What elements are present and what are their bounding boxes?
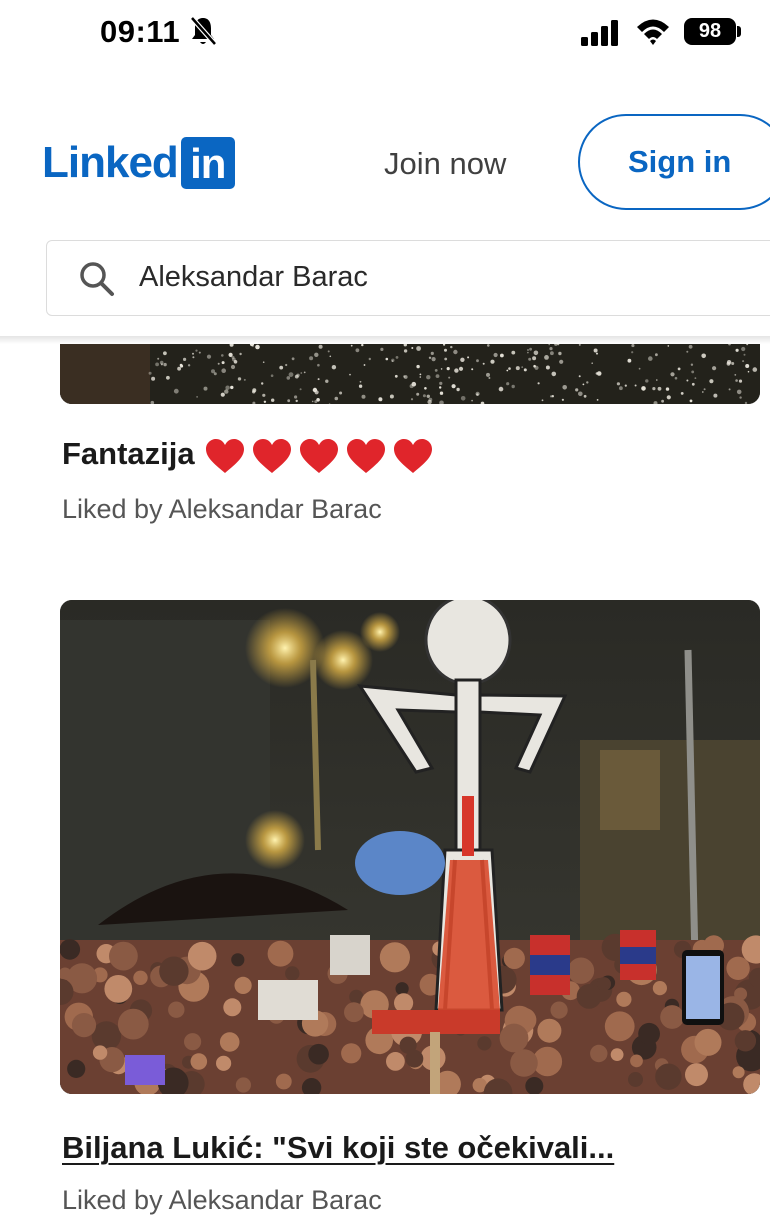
status-time: 09:11 <box>100 14 181 49</box>
header-divider <box>0 336 770 344</box>
search-value: Aleksandar Barac <box>139 261 368 293</box>
heart-emoji-group <box>205 437 440 475</box>
protest-photo <box>60 600 760 1094</box>
heart-icon <box>205 438 244 473</box>
logo-in-box: in <box>180 137 235 189</box>
cellular-signal-icon <box>581 20 618 46</box>
search-icon <box>80 262 114 296</box>
crowd-lights-image <box>60 344 760 404</box>
join-now-link[interactable]: Join now <box>384 146 506 182</box>
heart-icon <box>252 438 291 473</box>
search-input[interactable]: Aleksandar Barac <box>46 240 770 316</box>
linkedin-logo[interactable]: Linked in <box>42 136 235 190</box>
heart-icon <box>299 438 338 473</box>
logo-wordmark: Linked <box>42 138 179 187</box>
heart-icon <box>346 438 385 473</box>
post-image-crowd-lights[interactable] <box>60 344 760 404</box>
post-title-link[interactable]: Biljana Lukić: "Svi koji ste očekivali..… <box>62 1130 614 1166</box>
battery-indicator: 98 <box>684 18 736 45</box>
post-title-text: Fantazija <box>62 436 195 471</box>
wifi-icon <box>637 19 669 45</box>
battery-tip <box>737 26 741 37</box>
heart-icon <box>393 438 432 473</box>
post-liked-by: Liked by Aleksandar Barac <box>62 494 382 524</box>
sign-in-button[interactable]: Sign in <box>578 114 770 210</box>
bell-muted-icon <box>190 16 217 46</box>
post-liked-by: Liked by Aleksandar Barac <box>62 1185 382 1215</box>
post-image-protest[interactable] <box>60 600 760 1094</box>
post-title[interactable]: Fantazija <box>62 436 440 475</box>
status-bar: 09:11 98 <box>0 0 770 70</box>
site-header: Linked in Join now Sign in <box>0 100 770 230</box>
